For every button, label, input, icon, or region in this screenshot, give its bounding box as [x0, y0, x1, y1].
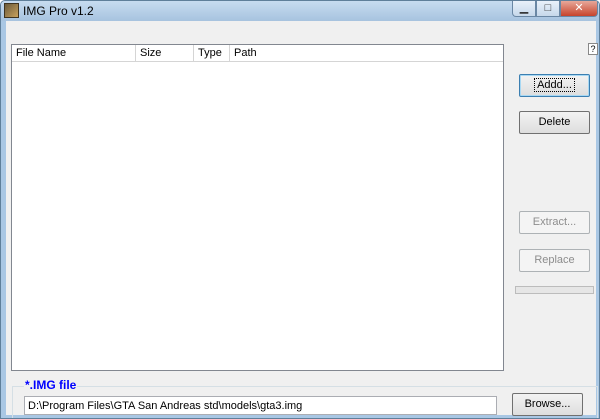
column-header-path[interactable]: Path [230, 45, 503, 61]
close-button[interactable]: ✕ [560, 1, 598, 17]
extract-button-label: Extract... [532, 216, 577, 228]
delete-button[interactable]: Delete [519, 111, 590, 134]
maximize-button[interactable]: □ [536, 1, 560, 17]
help-icon[interactable]: ? [588, 43, 598, 55]
add-button-label: Addd... [534, 78, 575, 92]
window-title: IMG Pro v1.2 [23, 4, 94, 18]
app-icon[interactable] [4, 3, 19, 18]
delete-button-label: Delete [538, 116, 571, 128]
img-file-path-input[interactable] [24, 396, 497, 415]
img-file-label: *.IMG file [24, 378, 78, 392]
maximize-icon: □ [544, 2, 552, 14]
app-window: IMG Pro v1.2 ▁ □ ✕ ? File Name Size Type… [0, 0, 600, 419]
column-header-type[interactable]: Type [194, 45, 230, 61]
browse-button-label: Browse... [524, 398, 571, 410]
title-bar[interactable]: IMG Pro v1.2 ▁ □ ✕ [1, 1, 599, 21]
browse-button[interactable]: Browse... [512, 393, 583, 416]
client-area: ? File Name Size Type Path Addd... Delet… [6, 21, 598, 418]
add-button[interactable]: Addd... [519, 74, 590, 97]
minimize-icon: ▁ [519, 2, 529, 14]
file-list[interactable]: File Name Size Type Path [11, 44, 504, 371]
column-header-size[interactable]: Size [136, 45, 194, 61]
column-header-file-name[interactable]: File Name [12, 45, 136, 61]
extract-button[interactable]: Extract... [519, 211, 590, 234]
replace-button-label: Replace [534, 254, 575, 266]
progress-bar [515, 286, 594, 294]
list-header: File Name Size Type Path [12, 45, 503, 62]
replace-button[interactable]: Replace [519, 249, 590, 272]
minimize-button[interactable]: ▁ [512, 1, 536, 17]
close-icon: ✕ [574, 2, 584, 14]
